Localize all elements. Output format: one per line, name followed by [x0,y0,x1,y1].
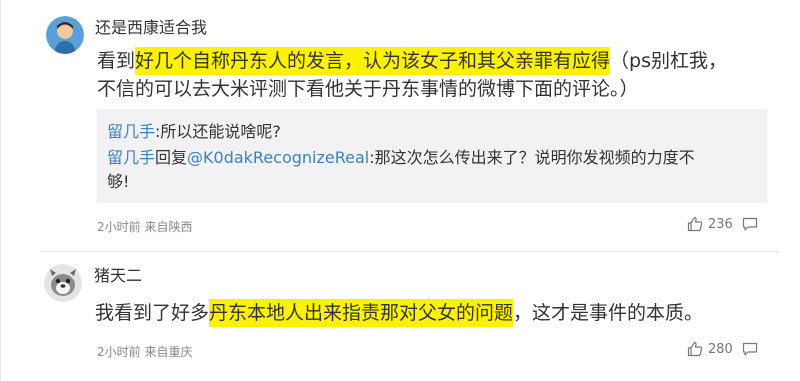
reply-username[interactable]: 留几手 [107,122,155,141]
comment-meta: 2小时前 来自陕西 [97,220,193,234]
comment-meta: 2小时前 来自重庆 [97,345,193,359]
content-line: 我看到了好多丹东本地人出来指责那对父女的问题，这才是事件的本质。 [95,299,703,327]
reply-text: :那这次怎么传出来了？说明你发视频的力度不 [369,148,695,167]
comment-username[interactable]: 还是西康适合我 [95,14,207,38]
like-button[interactable]: 280 [687,341,733,357]
reply-box: 留几手:所以还能说啥呢? 留几手回复@K0dakRecognizeReal:那这… [97,109,767,203]
avatar[interactable] [44,264,82,302]
like-button[interactable]: 236 [687,216,733,232]
content-segment: 我看到了好多 [95,302,210,324]
reply-mention[interactable]: @K0dakRecognizeReal [187,148,369,167]
content-segment: ，这才是事件的本质。 [513,302,704,324]
comment-icon [742,216,758,232]
reply-text: :所以还能说啥呢? [155,122,281,141]
reply-item: 留几手:所以还能说啥呢? [107,120,281,144]
like-count: 236 [708,216,733,232]
highlighted-text: 丹东本地人出来指责那对父女的问题 [209,299,514,327]
comment-icon [742,341,758,357]
reply-text: 够! [107,172,130,191]
reply-prefix: 回复 [155,148,188,167]
reply-button[interactable] [742,216,758,232]
comment-username[interactable]: 猪天二 [94,262,142,286]
reply-item: 留几手回复@K0dakRecognizeReal:那这次怎么传出来了？说明你发视… [107,146,695,170]
comment-content: 看到好几个自称丹东人的发言，认为该女子和其父亲罪有应得（ps别杠我， 不信的可以… [97,47,777,107]
reply-button[interactable] [742,341,758,357]
thumbs-up-icon [687,216,703,232]
highlighted-text: 好几个自称丹东人的发言，认为该女子和其父亲罪有应得 [135,47,611,75]
thumbs-up-icon [687,341,703,357]
content-line: 看到好几个自称丹东人的发言，认为该女子和其父亲罪有应得（ps别杠我， [97,47,727,75]
content-segment: 不信的可以去大米评测下看他关于丹东事情的微博下面的评论。） [97,78,639,100]
like-count: 280 [708,341,733,357]
content-segment: 看到 [97,50,136,72]
reply-item-continuation: 够! [107,170,129,194]
comment-item: 猪天二 我看到了好多丹东本地人出来指责那对父女的问题，这才是事件的本质。 2小时… [0,252,800,381]
comment-item: 还是西康适合我 看到好几个自称丹东人的发言，认为该女子和其父亲罪有应得（ps别杠… [0,0,800,250]
comment-content: 我看到了好多丹东本地人出来指责那对父女的问题，这才是事件的本质。 [95,299,775,329]
reply-username[interactable]: 留几手 [107,148,155,167]
content-segment: （ps别杠我， [610,50,727,72]
content-line: 不信的可以去大米评测下看他关于丹东事情的微博下面的评论。） [97,75,639,103]
avatar[interactable] [46,16,84,54]
